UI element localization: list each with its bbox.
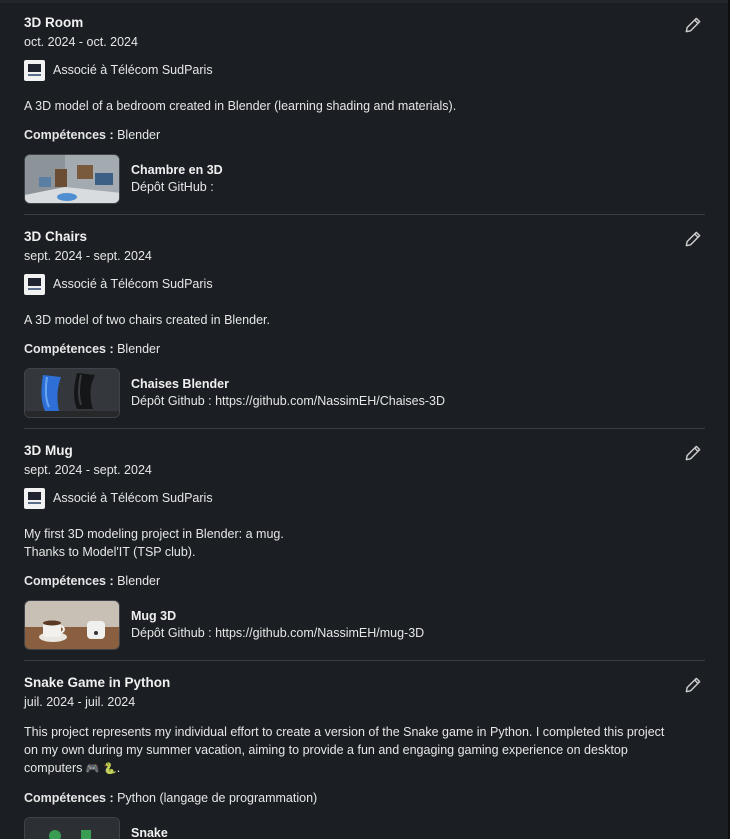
description-line: on my own during my summer vacation, aim…	[24, 743, 628, 757]
edit-button[interactable]	[682, 442, 704, 464]
project-title: 3D Room	[24, 15, 84, 30]
project-title: Snake Game in Python	[24, 675, 171, 690]
media-title: Chaises Blender	[131, 377, 229, 391]
association-label: Associé à Télécom SudParis	[53, 277, 213, 291]
description-line: A 3D model of a bedroom created in Blend…	[24, 99, 457, 113]
media-thumbnail[interactable]	[24, 600, 120, 650]
media-title: Mug 3D	[131, 609, 177, 623]
edit-button[interactable]	[682, 14, 704, 36]
project-description: My first 3D modeling project in Blender:…	[24, 525, 684, 561]
description-end: .	[116, 761, 121, 775]
project-media[interactable]: Mug 3D Dépôt Github : https://github.com…	[24, 600, 704, 650]
media-thumbnail[interactable]	[24, 817, 120, 839]
media-title: Chambre en 3D	[131, 163, 223, 177]
media-subtitle: Dépôt GitHub :	[131, 180, 214, 194]
description-line: This project represents my individual ef…	[24, 725, 665, 739]
telecom-sudparis-logo[interactable]	[24, 487, 45, 509]
skills-label: Compétences :	[24, 342, 114, 356]
project-dates: sept. 2024 - sept. 2024	[24, 249, 152, 263]
description-line: Thanks to Model'IT (TSP club).	[24, 545, 196, 559]
pencil-icon	[685, 445, 701, 461]
projects-list: 3D Room oct. 2024 - oct. 2024 Associé à …	[0, 0, 728, 839]
project-description: This project represents my individual ef…	[24, 723, 684, 778]
project-association: Associé à Télécom SudParis	[24, 487, 704, 509]
skills-value: Blender	[113, 128, 161, 142]
skills-value: Blender	[113, 574, 161, 588]
media-text[interactable]: Chaises Blender Dépôt Github : https://g…	[131, 376, 445, 418]
media-subtitle: Dépôt Github : https://github.com/Nassim…	[131, 626, 425, 640]
skills-value: Python (langage de programmation)	[113, 791, 318, 805]
project-media[interactable]: Snake	[24, 817, 704, 839]
project-association: Associé à Télécom SudParis	[24, 59, 704, 81]
snake-icon: 🐍	[103, 762, 117, 775]
association-label: Associé à Télécom SudParis	[53, 63, 213, 77]
skills-value: Blender	[113, 342, 161, 356]
project-dates: juil. 2024 - juil. 2024	[24, 695, 136, 709]
project-association: Associé à Télécom SudParis	[24, 273, 704, 295]
project-description: A 3D model of a bedroom created in Blend…	[24, 97, 684, 115]
project-item: 3D Mug sept. 2024 - sept. 2024 Associé à…	[0, 428, 728, 660]
media-subtitle: Dépôt Github : https://github.com/Nassim…	[131, 394, 446, 408]
project-media[interactable]: Chambre en 3D Dépôt GitHub :	[24, 154, 704, 204]
project-dates: sept. 2024 - sept. 2024	[24, 463, 152, 477]
telecom-sudparis-logo[interactable]	[24, 59, 45, 81]
description-text: computers	[24, 761, 83, 775]
gamepad-icon: 🎮	[85, 762, 100, 775]
project-title: 3D Chairs	[24, 229, 88, 244]
media-thumbnail[interactable]	[24, 368, 120, 418]
project-description: A 3D model of two chairs created in Blen…	[24, 311, 684, 329]
edit-button[interactable]	[682, 228, 704, 250]
pencil-icon	[685, 677, 701, 693]
edit-button[interactable]	[682, 674, 704, 696]
skills-label: Compétences :	[24, 574, 114, 588]
project-skills: Compétences : Blender	[24, 572, 704, 590]
skills-label: Compétences :	[24, 128, 114, 142]
project-item: 3D Room oct. 2024 - oct. 2024 Associé à …	[0, 0, 728, 214]
project-skills: Compétences : Blender	[24, 340, 704, 358]
project-dates: oct. 2024 - oct. 2024	[24, 35, 138, 49]
association-label: Associé à Télécom SudParis	[53, 491, 213, 505]
media-title: Snake	[131, 826, 168, 839]
media-thumbnail[interactable]	[24, 154, 120, 204]
telecom-sudparis-logo[interactable]	[24, 273, 45, 295]
media-text[interactable]: Mug 3D Dépôt Github : https://github.com…	[131, 608, 424, 650]
description-line: computers 🎮 🐍.	[24, 759, 684, 778]
project-item: Snake Game in Python juil. 2024 - juil. …	[0, 660, 728, 839]
project-skills: Compétences : Python (langage de program…	[24, 789, 704, 807]
project-item: 3D Chairs sept. 2024 - sept. 2024 Associ…	[0, 214, 728, 428]
project-skills: Compétences : Blender	[24, 126, 704, 144]
media-text[interactable]: Snake	[131, 825, 168, 839]
description-line: My first 3D modeling project in Blender:…	[24, 527, 284, 541]
project-title: 3D Mug	[24, 443, 73, 458]
pencil-icon	[685, 231, 701, 247]
project-media[interactable]: Chaises Blender Dépôt Github : https://g…	[24, 368, 704, 418]
media-text[interactable]: Chambre en 3D Dépôt GitHub :	[131, 162, 223, 204]
skills-label: Compétences :	[24, 791, 114, 805]
description-line: A 3D model of two chairs created in Blen…	[24, 313, 270, 327]
pencil-icon	[685, 17, 701, 33]
